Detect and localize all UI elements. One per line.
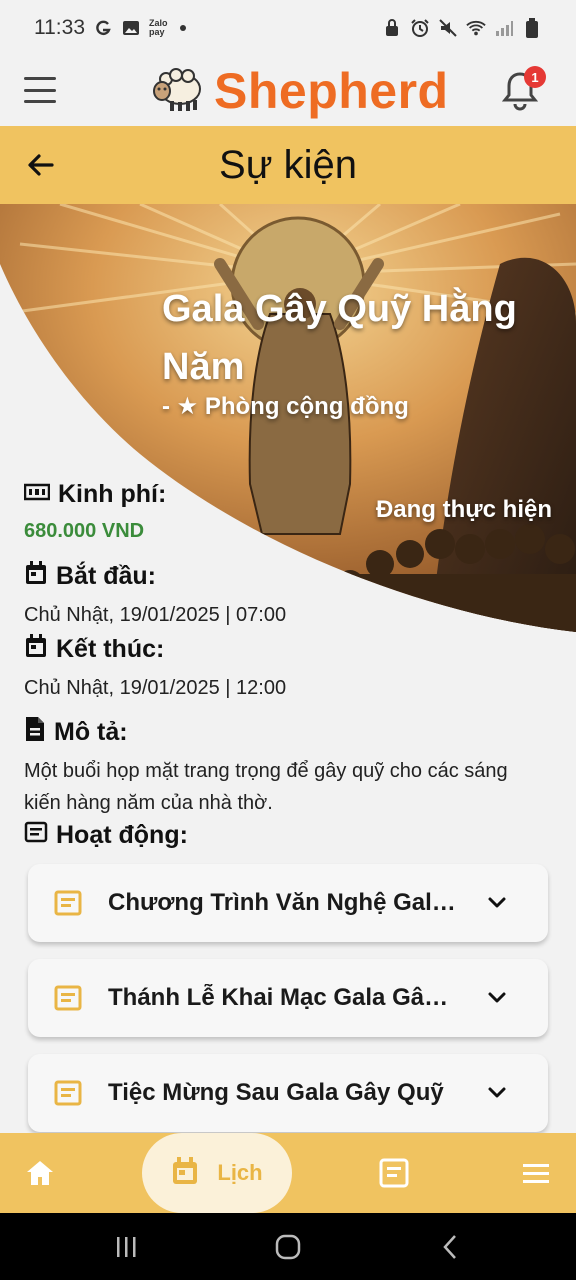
signal-icon: [494, 18, 514, 38]
bell-icon: [500, 72, 540, 116]
nav-home[interactable]: [22, 1155, 58, 1191]
back-system-button[interactable]: [436, 1233, 466, 1261]
event-location: - ★ Phòng cộng đồng: [162, 393, 409, 420]
start-section: Bắt đầu: Chủ Nhật, 19/01/2025 | 07:00: [24, 560, 554, 631]
nav-menu[interactable]: [518, 1155, 554, 1191]
menu-line: [24, 77, 56, 80]
menu-line: [24, 100, 56, 103]
home-icon: [22, 1161, 58, 1195]
activity-title: Thánh Lễ Khai Mạc Gala Gây Quỹ: [108, 984, 458, 1011]
end-section: Kết thúc: Chủ Nhật, 19/01/2025 | 12:00: [24, 633, 554, 704]
home-circle-icon: [273, 1234, 303, 1265]
menu-nav-icon: [518, 1164, 554, 1195]
event-title: Gala Gây Quỹ Hằng Năm: [162, 288, 517, 388]
list-nav-icon: [376, 1158, 412, 1195]
back-button[interactable]: [24, 148, 58, 182]
document-icon: [24, 716, 46, 749]
activity-card[interactable]: Thánh Lễ Khai Mạc Gala Gây Quỹ: [28, 959, 548, 1037]
wifi-icon: [466, 18, 486, 38]
google-icon: [93, 18, 113, 38]
chevron-down-icon[interactable]: [484, 985, 510, 1011]
activity-title: Tiệc Mừng Sau Gala Gây Quỹ: [108, 1079, 444, 1106]
title-bar: Sự kiện: [0, 126, 576, 204]
calendar-icon: [24, 633, 48, 666]
chevron-down-icon[interactable]: [484, 1080, 510, 1106]
lock-icon: [382, 18, 402, 38]
menu-line: [24, 88, 56, 92]
budget-value: 680.000 VND: [24, 520, 145, 542]
list-icon: [24, 821, 48, 850]
gallery-icon: [121, 18, 141, 38]
end-label: Kết thúc:: [56, 635, 165, 663]
description-section: Mô tả: Một buổi họp mặt trang trọng để g…: [24, 716, 554, 819]
description-value: Một buổi họp mặt trang trọng để gây quỹ …: [24, 760, 508, 814]
brand: Shepherd: [152, 62, 449, 120]
bottom-nav: Lịch: [0, 1133, 576, 1213]
page-title: Sự kiện: [219, 142, 357, 187]
menu-button[interactable]: [22, 74, 58, 106]
back-arrow-icon: [24, 154, 58, 186]
start-value: Chủ Nhật, 19/01/2025 | 07:00: [24, 604, 287, 626]
sheep-logo-icon: [152, 65, 204, 118]
mute-icon: [438, 18, 458, 38]
calendar-icon: [24, 560, 48, 593]
notification-button[interactable]: 1: [500, 66, 546, 112]
activity-doc-icon: [54, 1079, 82, 1107]
activities-label: Hoạt động:: [56, 821, 188, 849]
dot-icon: [179, 25, 186, 31]
chevron-down-icon[interactable]: [484, 890, 510, 916]
nav-calendar[interactable]: Lịch: [142, 1133, 292, 1213]
brand-name: Shepherd: [214, 63, 449, 119]
activity-card[interactable]: Chương Trình Văn Nghệ Gala Gây Quỹ: [28, 864, 548, 942]
recent-apps-button[interactable]: [112, 1233, 142, 1261]
back-chevron-icon: [436, 1235, 466, 1265]
calendar-nav-label: Lịch: [217, 1160, 263, 1185]
zalopay-icon: Zalo pay: [149, 18, 168, 37]
end-value: Chủ Nhật, 19/01/2025 | 12:00: [24, 677, 287, 699]
activity-doc-icon: [54, 889, 82, 917]
battery-icon: [522, 18, 542, 38]
activities-section: Hoạt động:: [24, 821, 554, 850]
activity-title: Chương Trình Văn Nghệ Gala Gây Quỹ: [108, 889, 458, 916]
recent-apps-icon: [112, 1237, 142, 1265]
start-label: Bắt đầu:: [56, 562, 156, 590]
status-time: 11:33: [34, 16, 85, 39]
budget-label: Kinh phí:: [58, 480, 167, 508]
calendar-nav-icon: [171, 1156, 199, 1191]
budget-section: Kinh phí: 680.000 VND: [23, 480, 554, 547]
system-nav: [0, 1213, 576, 1280]
status-bar: 11:33 Zalo pay: [0, 0, 576, 56]
description-label: Mô tả:: [54, 718, 128, 746]
app-header: Shepherd 1: [0, 56, 576, 126]
home-system-button[interactable]: [273, 1233, 303, 1261]
money-icon: [23, 480, 51, 509]
activity-doc-icon: [54, 984, 82, 1012]
alarm-icon: [410, 18, 430, 38]
nav-list[interactable]: [376, 1155, 412, 1191]
activity-card[interactable]: Tiệc Mừng Sau Gala Gây Quỹ: [28, 1054, 548, 1132]
notification-badge: 1: [524, 66, 546, 88]
